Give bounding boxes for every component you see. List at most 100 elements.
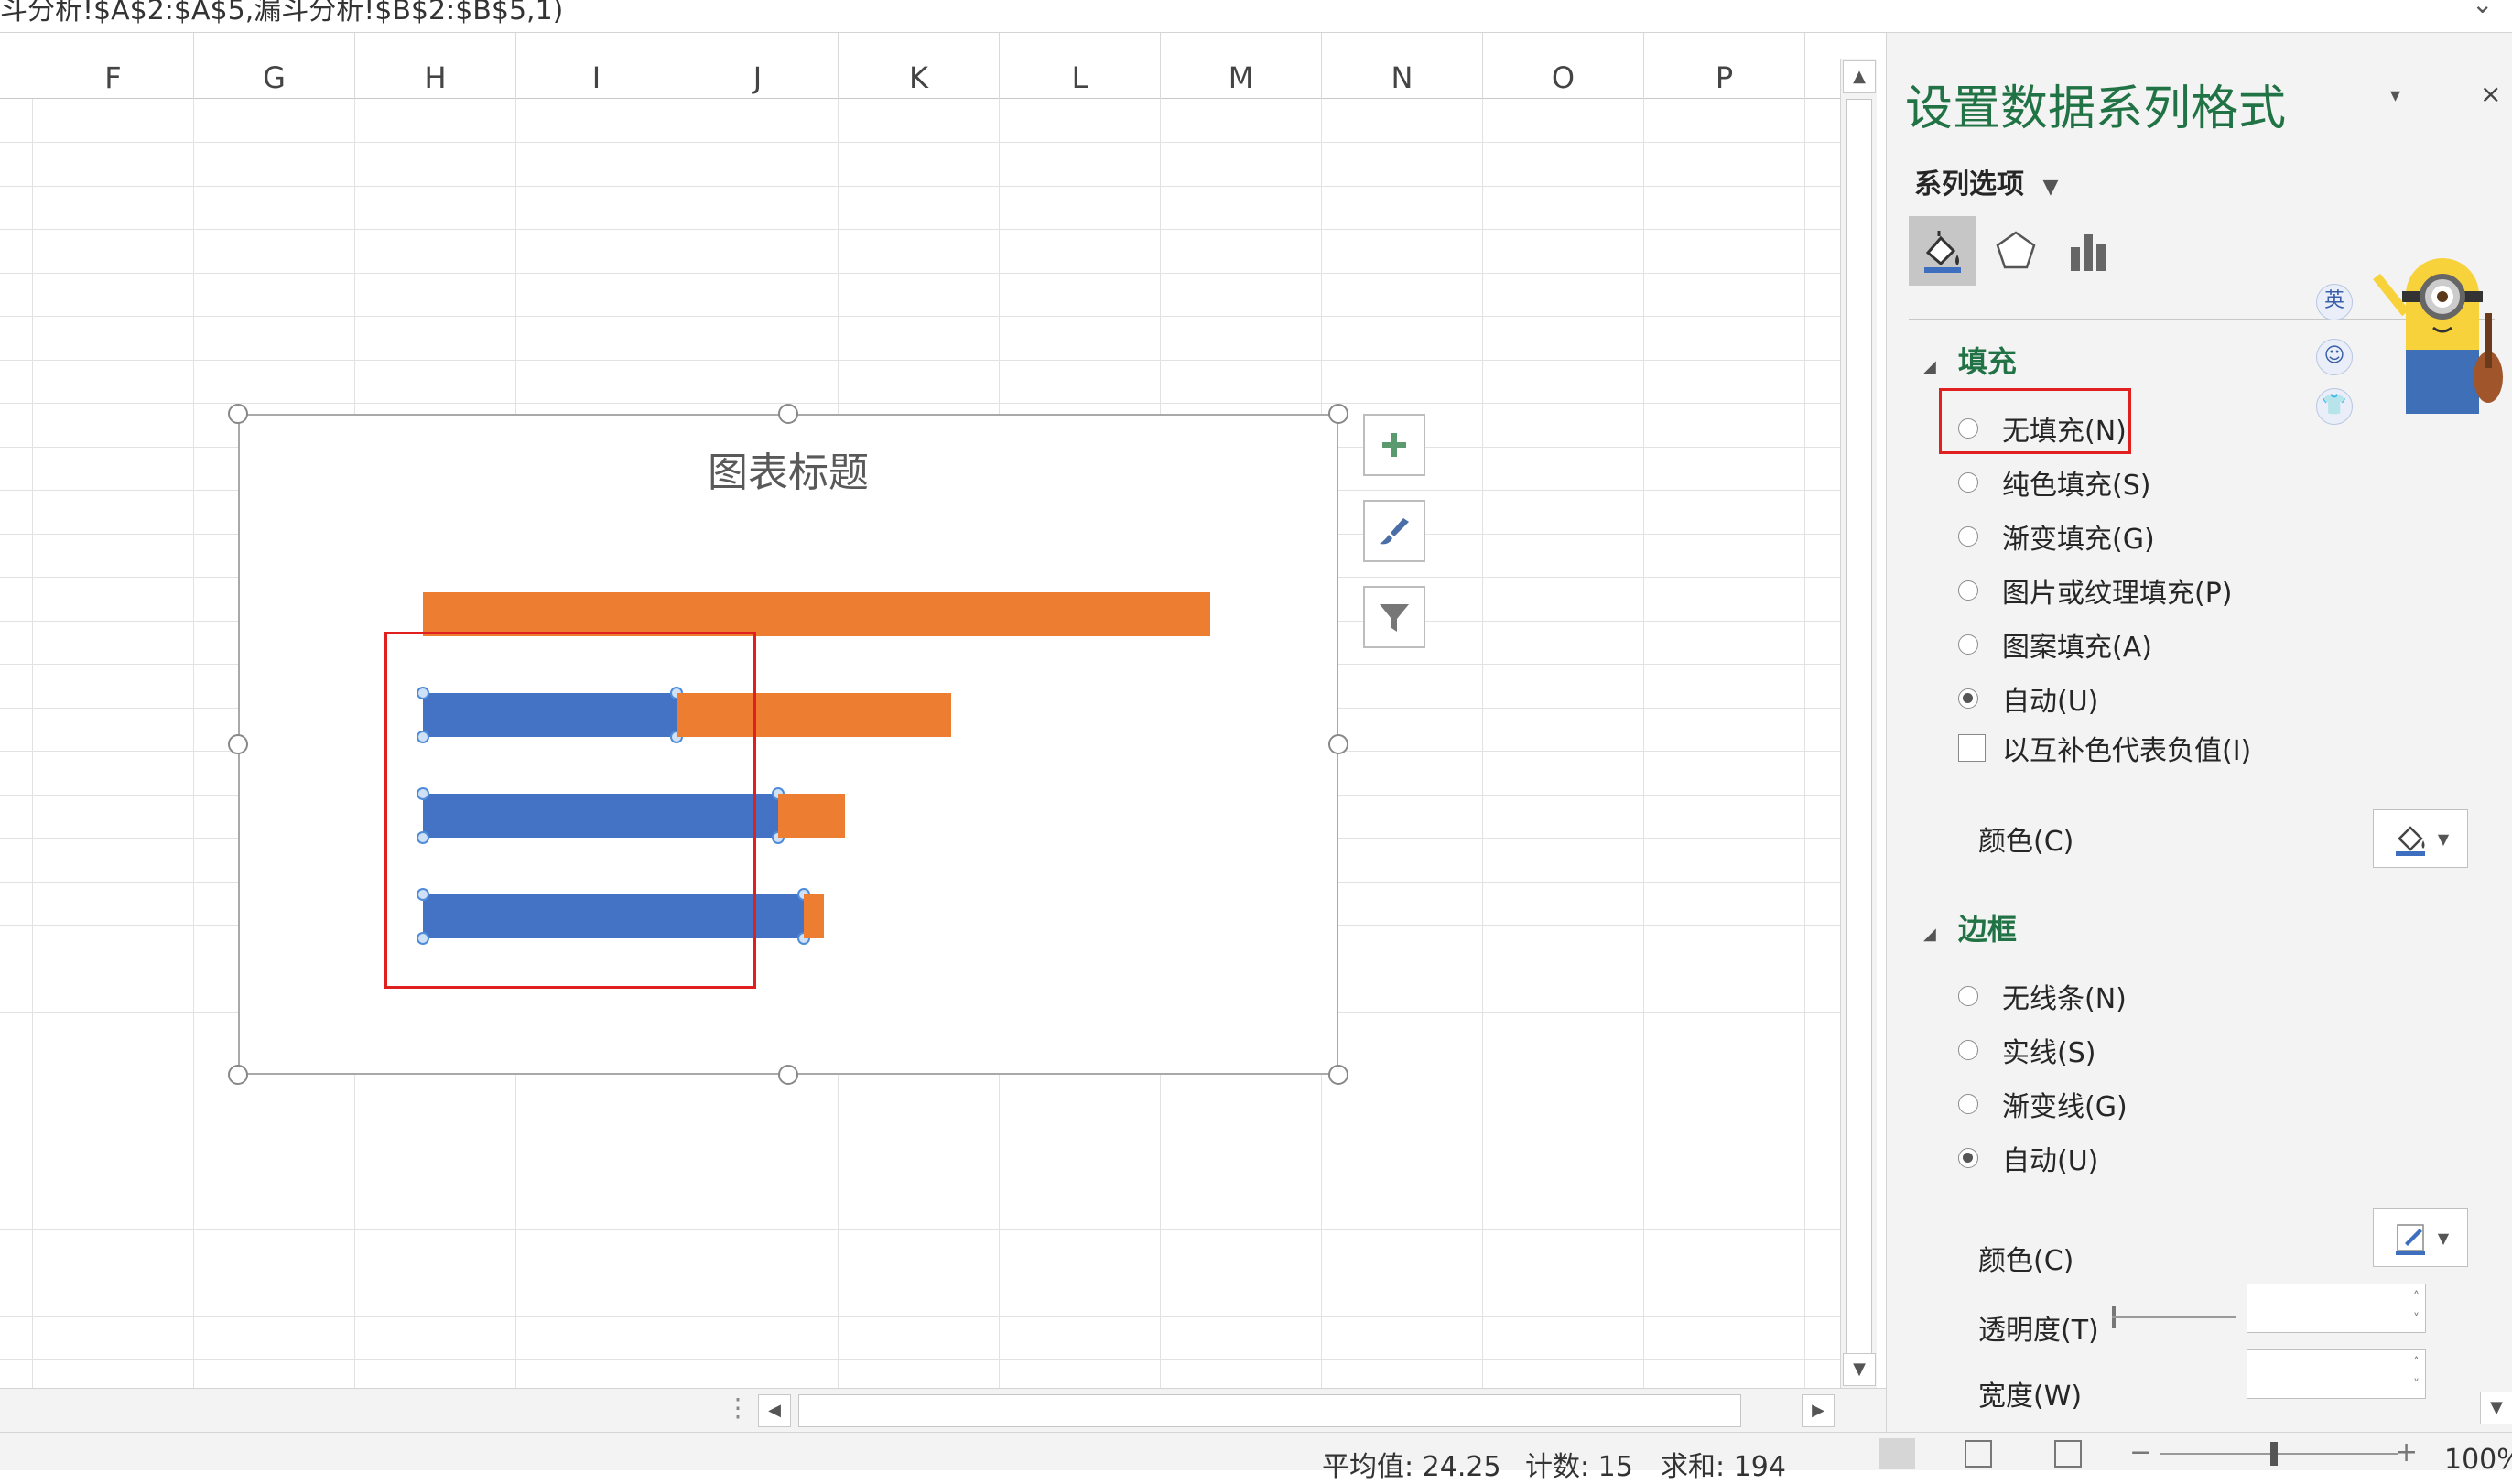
column-header-o[interactable]: O [1483, 33, 1644, 99]
series-2-bar[interactable] [804, 894, 825, 938]
column-header-f[interactable]: F [33, 33, 194, 99]
chart-styles-button[interactable] [1363, 500, 1425, 562]
fill-option-5[interactable]: 自动(U) [1958, 678, 2098, 719]
vertical-scroll-thumb[interactable] [1846, 99, 1872, 1362]
grid-row-line [0, 186, 1840, 187]
column-header-i[interactable]: I [516, 33, 677, 99]
border-option-3[interactable]: 自动(U) [1958, 1138, 2098, 1178]
scroll-right-icon[interactable]: ▶ [1802, 1394, 1835, 1427]
chart-title[interactable]: 图表标题 [240, 439, 1337, 498]
chart-resize-handle[interactable] [228, 404, 248, 424]
zoom-slider[interactable] [2160, 1453, 2398, 1455]
column-header-m[interactable]: M [1161, 33, 1322, 99]
border-option-1[interactable]: 实线(S) [1958, 1030, 2095, 1070]
status-sum[interactable]: 求和: 194 [1661, 1444, 1786, 1484]
horizontal-scroll-thumb[interactable] [798, 1394, 1741, 1427]
fill-option-3[interactable]: 图片或纹理填充(P) [1958, 570, 2233, 611]
normal-view-icon[interactable] [1879, 1438, 1915, 1469]
series-2-bar[interactable] [423, 592, 1210, 636]
invert-if-negative-checkbox[interactable] [1958, 734, 1986, 762]
column-header-k[interactable]: K [839, 33, 1000, 99]
vertical-scrollbar[interactable]: ▲ ▼ [1840, 59, 1877, 1388]
paint-bucket-icon [2395, 826, 2425, 856]
ime-emoji-icon[interactable]: ☺ [2316, 339, 2353, 375]
radio-button[interactable] [1958, 634, 1978, 655]
radio-button[interactable] [1958, 1040, 1978, 1060]
no-fill-highlight-box [1939, 388, 2131, 454]
radio-button[interactable] [1958, 986, 1978, 1006]
transparency-slider[interactable] [2112, 1306, 2236, 1328]
column-header-row: FGHIJKLMNOP [0, 33, 1840, 99]
chart-resize-handle[interactable] [1328, 734, 1348, 754]
column-header-p[interactable]: P [1644, 33, 1805, 99]
column-header-l[interactable]: L [1000, 33, 1161, 99]
fill-section-header[interactable]: ◢ 填充 [1923, 339, 2017, 381]
page-layout-view-icon[interactable] [1965, 1440, 1992, 1468]
scroll-down-icon[interactable]: ▼ [1843, 1353, 1876, 1386]
chart-resize-handle[interactable] [228, 734, 248, 754]
chart-elements-button[interactable] [1363, 414, 1425, 476]
border-option-label: 自动(U) [2002, 1145, 2099, 1177]
border-color-button[interactable]: ▼ [2373, 1208, 2468, 1267]
fill-option-1[interactable]: 纯色填充(S) [1958, 462, 2150, 503]
zoom-level[interactable]: 100% [2444, 1444, 2512, 1476]
minion-mascot-icon[interactable] [2369, 240, 2512, 432]
invert-if-negative-option[interactable]: 以互补色代表负值(I) [1958, 728, 2251, 768]
radio-button[interactable] [1958, 1094, 1978, 1114]
status-average[interactable]: 平均值: 24.25 [1322, 1444, 1501, 1484]
chart-resize-handle[interactable] [778, 404, 798, 424]
radio-button[interactable] [1958, 1148, 1978, 1168]
scroll-up-icon[interactable]: ▲ [1843, 60, 1876, 93]
radio-button[interactable] [1958, 472, 1978, 493]
radio-button[interactable] [1958, 580, 1978, 601]
zoom-slider-thumb[interactable] [2270, 1442, 2278, 1466]
plus-icon [1382, 433, 1406, 457]
column-header-n[interactable]: N [1322, 33, 1483, 99]
chart-filters-button[interactable] [1363, 586, 1425, 648]
scroll-left-icon[interactable]: ◀ [758, 1394, 791, 1427]
width-input[interactable]: ˄ ˅ [2247, 1349, 2426, 1399]
fill-option-2[interactable]: 渐变填充(G) [1958, 516, 2155, 557]
series-options-dropdown[interactable]: 系列选项 ▼ [1914, 161, 2058, 201]
page-break-view-icon[interactable] [2054, 1440, 2082, 1468]
border-section-label: 边框 [1957, 912, 2017, 947]
chart-resize-handle[interactable] [1328, 404, 1348, 424]
ime-skin-icon[interactable]: 👕 [2316, 388, 2353, 425]
radio-button[interactable] [1958, 526, 1978, 547]
formula-collapse-icon[interactable]: ⌄ [2472, 0, 2493, 19]
pane-close-icon[interactable]: × [2480, 79, 2501, 109]
spinner-arrows-icon[interactable]: ˄ ˅ [2413, 1286, 2420, 1330]
radio-button[interactable] [1958, 688, 1978, 709]
tab-series-options[interactable] [2055, 216, 2123, 286]
spinner-arrows-icon[interactable]: ˄ ˅ [2413, 1352, 2420, 1396]
tab-effects[interactable] [1982, 216, 2050, 286]
effects-icon [1996, 231, 2036, 269]
fill-option-label: 图片或纹理填充(P) [2002, 578, 2233, 610]
grid-row-line [0, 316, 1840, 317]
horizontal-scroll-row[interactable]: ⋮ ◀ ▶ [0, 1388, 1886, 1432]
series-2-bar[interactable] [778, 794, 845, 838]
chart-resize-handle[interactable] [778, 1065, 798, 1085]
status-count[interactable]: 计数: 15 [1525, 1444, 1633, 1484]
formula-bar[interactable]: 斗分析!$A$2:$A$5,漏斗分析!$B$2:$B$5,1) ⌄ [0, 0, 2512, 33]
zoom-in-icon[interactable]: + [2395, 1436, 2418, 1468]
pane-scrollbar[interactable]: ▼ [2480, 1003, 2512, 1432]
border-option-0[interactable]: 无线条(N) [1958, 976, 2127, 1016]
pane-options-dropdown-icon[interactable]: ▾ [2390, 84, 2400, 107]
chart-resize-handle[interactable] [228, 1065, 248, 1085]
pane-scroll-down-icon[interactable]: ▼ [2480, 1392, 2512, 1424]
zoom-out-icon[interactable]: − [2129, 1436, 2152, 1468]
column-header-g[interactable]: G [194, 33, 355, 99]
column-header-j[interactable]: J [677, 33, 839, 99]
transparency-input[interactable]: ˄ ˅ [2247, 1284, 2426, 1333]
fill-color-button[interactable]: ▼ [2373, 809, 2468, 868]
tab-fill-line[interactable] [1909, 216, 1976, 286]
column-header-h[interactable]: H [355, 33, 516, 99]
fill-option-4[interactable]: 图案填充(A) [1958, 624, 2152, 665]
formula-text[interactable]: 斗分析!$A$2:$A$5,漏斗分析!$B$2:$B$5,1) [0, 0, 563, 27]
chart-resize-handle[interactable] [1328, 1065, 1348, 1085]
ime-language-icon[interactable]: 英 [2316, 284, 2353, 320]
border-option-2[interactable]: 渐变线(G) [1958, 1084, 2128, 1124]
border-section-header[interactable]: ◢ 边框 [1923, 906, 2017, 948]
split-handle-icon[interactable]: ⋮ [725, 1392, 751, 1423]
